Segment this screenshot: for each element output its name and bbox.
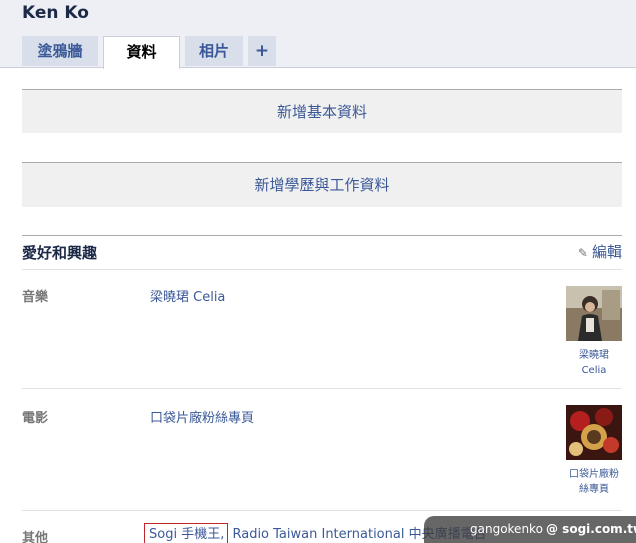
music-thumb-caption-line1: 梁曉珺 bbox=[579, 350, 609, 361]
profile-header: Ken Ko 塗鴉牆 資料 相片 + bbox=[0, 0, 636, 69]
movies-thumbnail[interactable]: 口袋片廠粉 絲專頁 bbox=[566, 405, 622, 497]
movies-value-link[interactable]: 口袋片廠粉絲專頁 bbox=[150, 407, 254, 426]
music-thumb-caption: 梁曉珺 Celia bbox=[566, 348, 622, 378]
other-label: 其他 bbox=[22, 531, 49, 543]
other-highlighted-link[interactable]: Sogi 手機王, bbox=[144, 523, 229, 543]
interest-row-music: 音樂 梁曉珺 Celia 梁曉珺 Celia bbox=[22, 269, 622, 387]
movies-label: 電影 bbox=[22, 411, 49, 426]
interests-title: 愛好和興趣 bbox=[22, 244, 98, 262]
add-education-work-button[interactable]: 新增學歷與工作資料 bbox=[22, 162, 622, 207]
music-photo bbox=[566, 286, 622, 341]
movies-thumb-caption: 口袋片廠粉 絲專頁 bbox=[566, 467, 622, 497]
movies-thumb-caption-line2: 絲專頁 bbox=[579, 484, 609, 495]
tab-photos[interactable]: 相片 bbox=[185, 36, 243, 66]
add-basic-info-button[interactable]: 新增基本資料 bbox=[22, 89, 622, 133]
interest-row-movies: 電影 口袋片廠粉絲專頁 口袋片廠粉 絲專頁 bbox=[22, 388, 622, 510]
watermark-user: gangokenko bbox=[470, 522, 543, 536]
add-tab-button[interactable]: + bbox=[248, 36, 276, 66]
edit-interests-button[interactable]: ✎ 編輯 bbox=[578, 241, 622, 262]
edit-label: 編輯 bbox=[591, 243, 622, 261]
watermark: gangokenko @ sogi.com.tw bbox=[424, 516, 636, 543]
music-thumb-caption-line2: Celia bbox=[581, 365, 607, 376]
profile-name: Ken Ko bbox=[22, 3, 89, 23]
music-value-link[interactable]: 梁曉珺 Celia bbox=[150, 286, 225, 305]
tab-info[interactable]: 資料 bbox=[103, 36, 180, 69]
music-label: 音樂 bbox=[22, 290, 49, 305]
interests-header: 愛好和興趣 ✎ 編輯 bbox=[22, 235, 622, 262]
movies-thumb-caption-line1: 口袋片廠粉 bbox=[569, 469, 619, 480]
movies-photo bbox=[566, 405, 622, 460]
tab-wall[interactable]: 塗鴉牆 bbox=[22, 36, 98, 66]
music-thumbnail[interactable]: 梁曉珺 Celia bbox=[566, 286, 622, 378]
pencil-icon: ✎ bbox=[577, 246, 588, 260]
watermark-site: @ sogi.com.tw bbox=[546, 522, 636, 536]
